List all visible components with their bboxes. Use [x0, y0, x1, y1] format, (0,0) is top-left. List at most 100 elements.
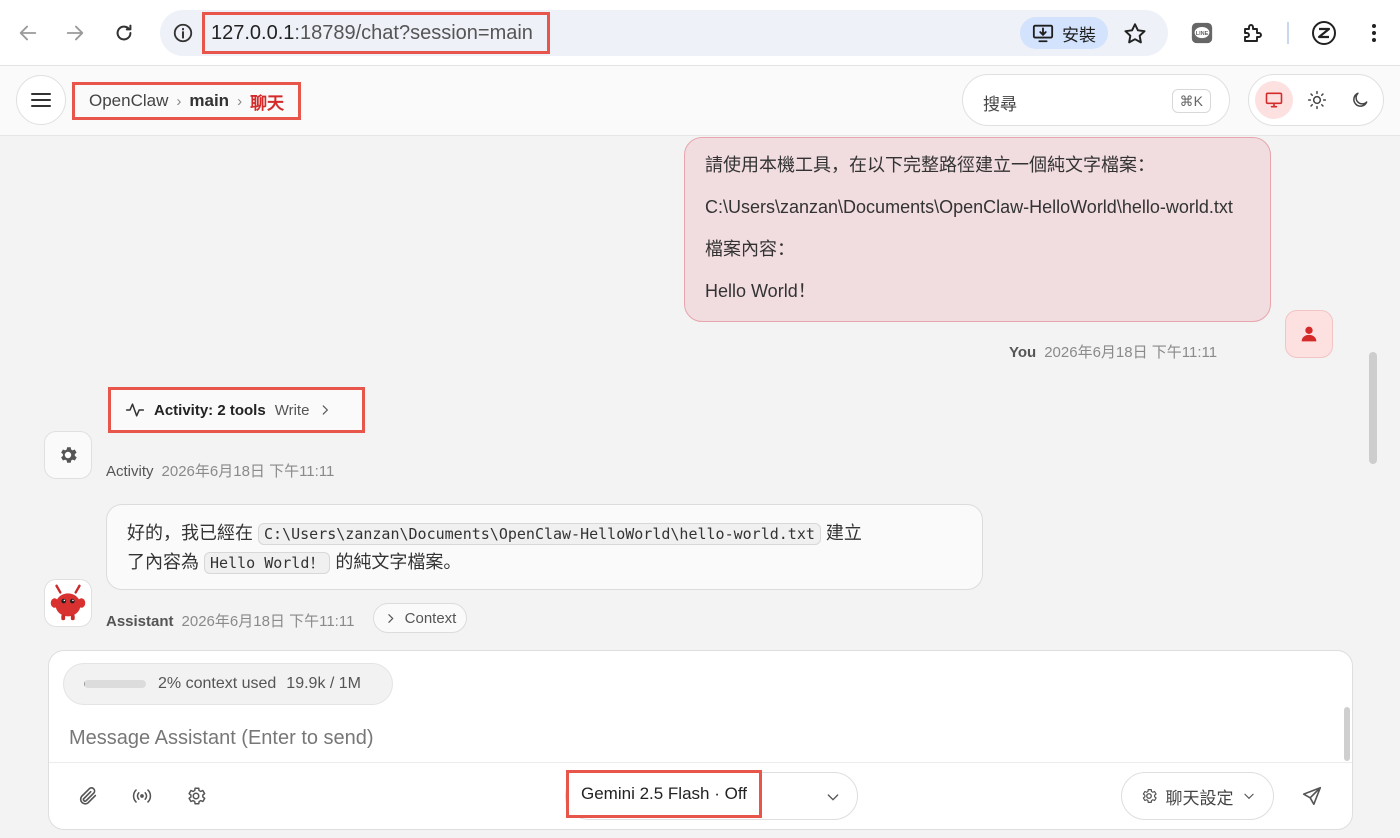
model-label: Gemini 2.5 Flash · Off	[566, 770, 762, 818]
context-token-count: 19.9k / 1M	[286, 675, 361, 692]
composer-divider	[49, 762, 1352, 763]
message-composer: 2% context used 19.9k / 1M Gemini 2.5 Fl…	[48, 650, 1353, 830]
back-button[interactable]	[10, 15, 46, 51]
sun-icon	[1307, 90, 1327, 110]
assistant-message-bubble: 好的，我已經在 C:\Users\zanzan\Documents\OpenCl…	[106, 504, 983, 590]
monitor-icon	[1265, 92, 1283, 108]
context-toggle-button[interactable]: Context	[373, 603, 467, 633]
user-avatar	[1285, 310, 1333, 358]
user-message-line: 請使用本機工具，在以下完整路徑建立一個純文字檔案：	[705, 155, 1155, 175]
user-message-meta: You 2026年6月18日 下午11:11	[1009, 341, 1217, 362]
chat-thread: 請使用本機工具，在以下完整路徑建立一個純文字檔案： C:\Users\zanza…	[0, 137, 1400, 647]
chat-settings-label: 聊天設定	[1165, 788, 1234, 808]
breadcrumb: OpenClaw › main › 聊天	[72, 82, 302, 120]
hamburger-icon	[31, 93, 51, 107]
broadcast-icon	[132, 789, 152, 803]
assistant-text: 的純文字檔案。	[335, 552, 462, 572]
assistant-code-content: Hello World！	[204, 552, 331, 574]
theme-system-button[interactable]	[1255, 81, 1293, 119]
chat-settings-button[interactable]: 聊天設定	[1121, 772, 1274, 820]
activity-tool-name: Write	[274, 401, 310, 419]
theme-light-button[interactable]	[1298, 81, 1336, 119]
chat-scrollbar[interactable]	[1369, 352, 1377, 464]
info-icon[interactable]	[172, 22, 194, 44]
assistant-text: 建立	[825, 523, 862, 543]
chevron-down-icon	[1243, 793, 1254, 800]
user-message-line: C:\Users\zanzan\Documents\OpenClaw-Hello…	[705, 197, 1233, 217]
context-usage-label: 2% context used	[158, 675, 277, 692]
model-select[interactable]: Gemini 2.5 Flash · Off	[565, 770, 858, 820]
assistant-text: 好的，我已經在	[127, 523, 253, 543]
composer-settings-button[interactable]	[181, 781, 211, 811]
breadcrumb-current: 聊天	[250, 93, 285, 113]
message-input[interactable]	[69, 723, 1309, 753]
breadcrumb-session[interactable]: main	[189, 91, 229, 111]
profile-z-icon[interactable]	[1311, 20, 1337, 46]
bookmark-star-icon[interactable]	[1122, 21, 1148, 47]
chevron-right-icon	[323, 405, 329, 415]
gear-icon	[61, 447, 77, 463]
composer-scrollbar[interactable]	[1344, 707, 1350, 761]
breadcrumb-separator: ›	[237, 92, 243, 110]
breadcrumb-separator: ›	[176, 92, 182, 110]
user-message-line: Hello World！	[705, 281, 816, 301]
assistant-timestamp: 2026年6月18日 下午11:11	[181, 613, 355, 630]
activity-label: Activity: 2 tools	[154, 401, 266, 419]
toolbar-separator	[1287, 22, 1289, 44]
url-text[interactable]: 127.0.0.1:18789/chat?session=main	[202, 12, 550, 54]
search-box[interactable]: 搜尋 ⌘K	[962, 74, 1230, 126]
theme-switcher	[1248, 74, 1384, 126]
activity-pulse-icon	[125, 403, 145, 417]
sidebar-toggle-button[interactable]	[16, 75, 66, 125]
paperclip-icon	[79, 787, 97, 805]
arrow-left-icon	[19, 25, 37, 41]
reload-button[interactable]	[106, 15, 142, 51]
context-usage-fill	[84, 680, 86, 688]
attach-button[interactable]	[73, 781, 103, 811]
context-usage-bar	[84, 680, 146, 688]
install-app-button[interactable]: 安裝	[1020, 17, 1108, 49]
breadcrumb-root[interactable]: OpenClaw	[89, 91, 168, 111]
person-icon	[1301, 326, 1317, 342]
user-timestamp: 2026年6月18日 下午11:11	[1044, 344, 1218, 361]
browser-chrome: 127.0.0.1:18789/chat?session=main 安裝 LIN…	[0, 0, 1400, 66]
svg-text:LINE: LINE	[1196, 31, 1209, 37]
context-usage-indicator: 2% context used 19.9k / 1M	[63, 663, 393, 705]
extensions-puzzle-icon[interactable]	[1239, 20, 1265, 46]
send-icon	[1302, 786, 1322, 806]
activity-sender-name: Activity	[106, 463, 154, 480]
activity-toggle[interactable]: Activity: 2 tools Write	[108, 387, 365, 433]
activity-meta: Activity 2026年6月18日 下午11:11	[106, 460, 334, 481]
user-message-bubble: 請使用本機工具，在以下完整路徑建立一個純文字檔案： C:\Users\zanza…	[684, 137, 1271, 322]
line-extension-icon[interactable]: LINE	[1189, 20, 1215, 46]
gear-icon	[188, 787, 206, 805]
search-placeholder: 搜尋	[983, 95, 1017, 114]
forward-button[interactable]	[57, 15, 93, 51]
activity-avatar	[44, 431, 92, 479]
address-bar[interactable]: 127.0.0.1:18789/chat?session=main 安裝	[160, 10, 1168, 56]
user-sender-name: You	[1009, 344, 1037, 361]
context-label: Context	[404, 609, 457, 627]
browser-menu-icon[interactable]	[1361, 20, 1387, 46]
user-message-line: 檔案內容：	[705, 239, 795, 259]
chevron-right-icon	[387, 613, 394, 623]
install-label: 安裝	[1062, 25, 1096, 45]
url-path: :18789/chat?session=main	[294, 21, 533, 44]
activity-timestamp: 2026年6月18日 下午11:11	[161, 463, 335, 480]
install-monitor-icon	[1032, 24, 1054, 43]
chevron-down-icon	[827, 794, 839, 801]
voice-button[interactable]	[127, 781, 157, 811]
search-shortcut: ⌘K	[1171, 89, 1211, 113]
assistant-text: 了內容為	[127, 552, 199, 572]
arrow-right-icon	[66, 25, 84, 41]
send-button[interactable]	[1295, 779, 1329, 813]
assistant-sender-name: Assistant	[106, 613, 174, 630]
app-header: OpenClaw › main › 聊天 搜尋 ⌘K	[0, 66, 1400, 136]
theme-dark-button[interactable]	[1341, 81, 1379, 119]
assistant-message-meta: Assistant 2026年6月18日 下午11:11	[106, 610, 354, 631]
crab-mascot-icon	[50, 584, 86, 621]
reload-icon	[116, 24, 132, 41]
gear-icon	[1142, 789, 1157, 803]
assistant-avatar	[44, 579, 92, 627]
assistant-code-path: C:\Users\zanzan\Documents\OpenClaw-Hello…	[258, 523, 821, 545]
